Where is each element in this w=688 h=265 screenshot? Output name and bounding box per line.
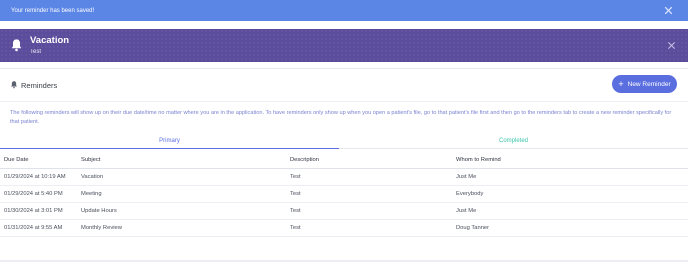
plus-icon: + [618,78,624,89]
banner-title: Vacation [30,35,70,46]
column-subject[interactable]: Subject [77,152,286,169]
whom-cell: Doug Tanner [452,219,688,237]
table-row[interactable]: 01/29/2024 at 10:19 AM Vacation Test Jus… [0,168,688,186]
new-reminder-button[interactable]: + New Reminder [612,75,677,93]
due-date-cell: 01/29/2024 at 10:19 AM [0,168,77,186]
bell-icon [11,39,22,52]
bottom-divider [0,260,688,262]
due-date-cell: 01/31/2024 at 9:55 AM [0,219,77,237]
subject-cell: Meeting [77,185,286,203]
reminders-panel: Reminders + New Reminder The following r… [0,68,688,265]
subject-cell: Monthly Review [77,219,286,237]
description-cell: Test [286,185,452,203]
column-description[interactable]: Description [286,152,452,169]
reminders-table: Due Date Subject Description Whom to Rem… [0,152,688,237]
subject-cell: Vacation [77,168,286,186]
table-row[interactable]: 01/30/2024 at 3:01 PM Update Hours Test … [0,202,688,220]
description-cell: Test [286,168,452,186]
new-reminder-label: New Reminder [627,80,671,88]
reminders-description: The following reminders will show up on … [10,110,672,125]
whom-cell: Just Me [452,168,688,186]
description-cell: Test [286,202,452,220]
table-row[interactable]: 01/31/2024 at 9:55 AM Monthly Review Tes… [0,219,688,237]
reminders-header: Reminders + New Reminder [0,69,688,102]
success-toast: Your reminder has been saved! [0,0,688,21]
reminder-tabs: Primary Completed [0,136,688,149]
close-icon[interactable] [667,41,676,50]
column-due-date[interactable]: Due Date [0,152,77,169]
tab-completed[interactable]: Completed [339,136,688,149]
column-whom-to-remind[interactable]: Whom to Remind [452,152,688,169]
whom-cell: Everybody [452,185,688,203]
close-icon[interactable] [663,5,674,16]
active-reminder-banner: Vacation Test [0,29,688,62]
reminders-title: Reminders [21,81,58,90]
tab-primary[interactable]: Primary [0,136,339,149]
table-row[interactable]: 01/29/2024 at 5:40 PM Meeting Test Every… [0,185,688,203]
due-date-cell: 01/30/2024 at 3:01 PM [0,202,77,220]
subject-cell: Update Hours [77,202,286,220]
table-header-row: Due Date Subject Description Whom to Rem… [0,152,688,169]
description-cell: Test [286,219,452,237]
due-date-cell: 01/29/2024 at 5:40 PM [0,185,77,203]
bell-icon [11,81,17,89]
toast-message: Your reminder has been saved! [11,7,95,14]
whom-cell: Just Me [452,202,688,220]
banner-subtitle: Test [30,49,42,55]
